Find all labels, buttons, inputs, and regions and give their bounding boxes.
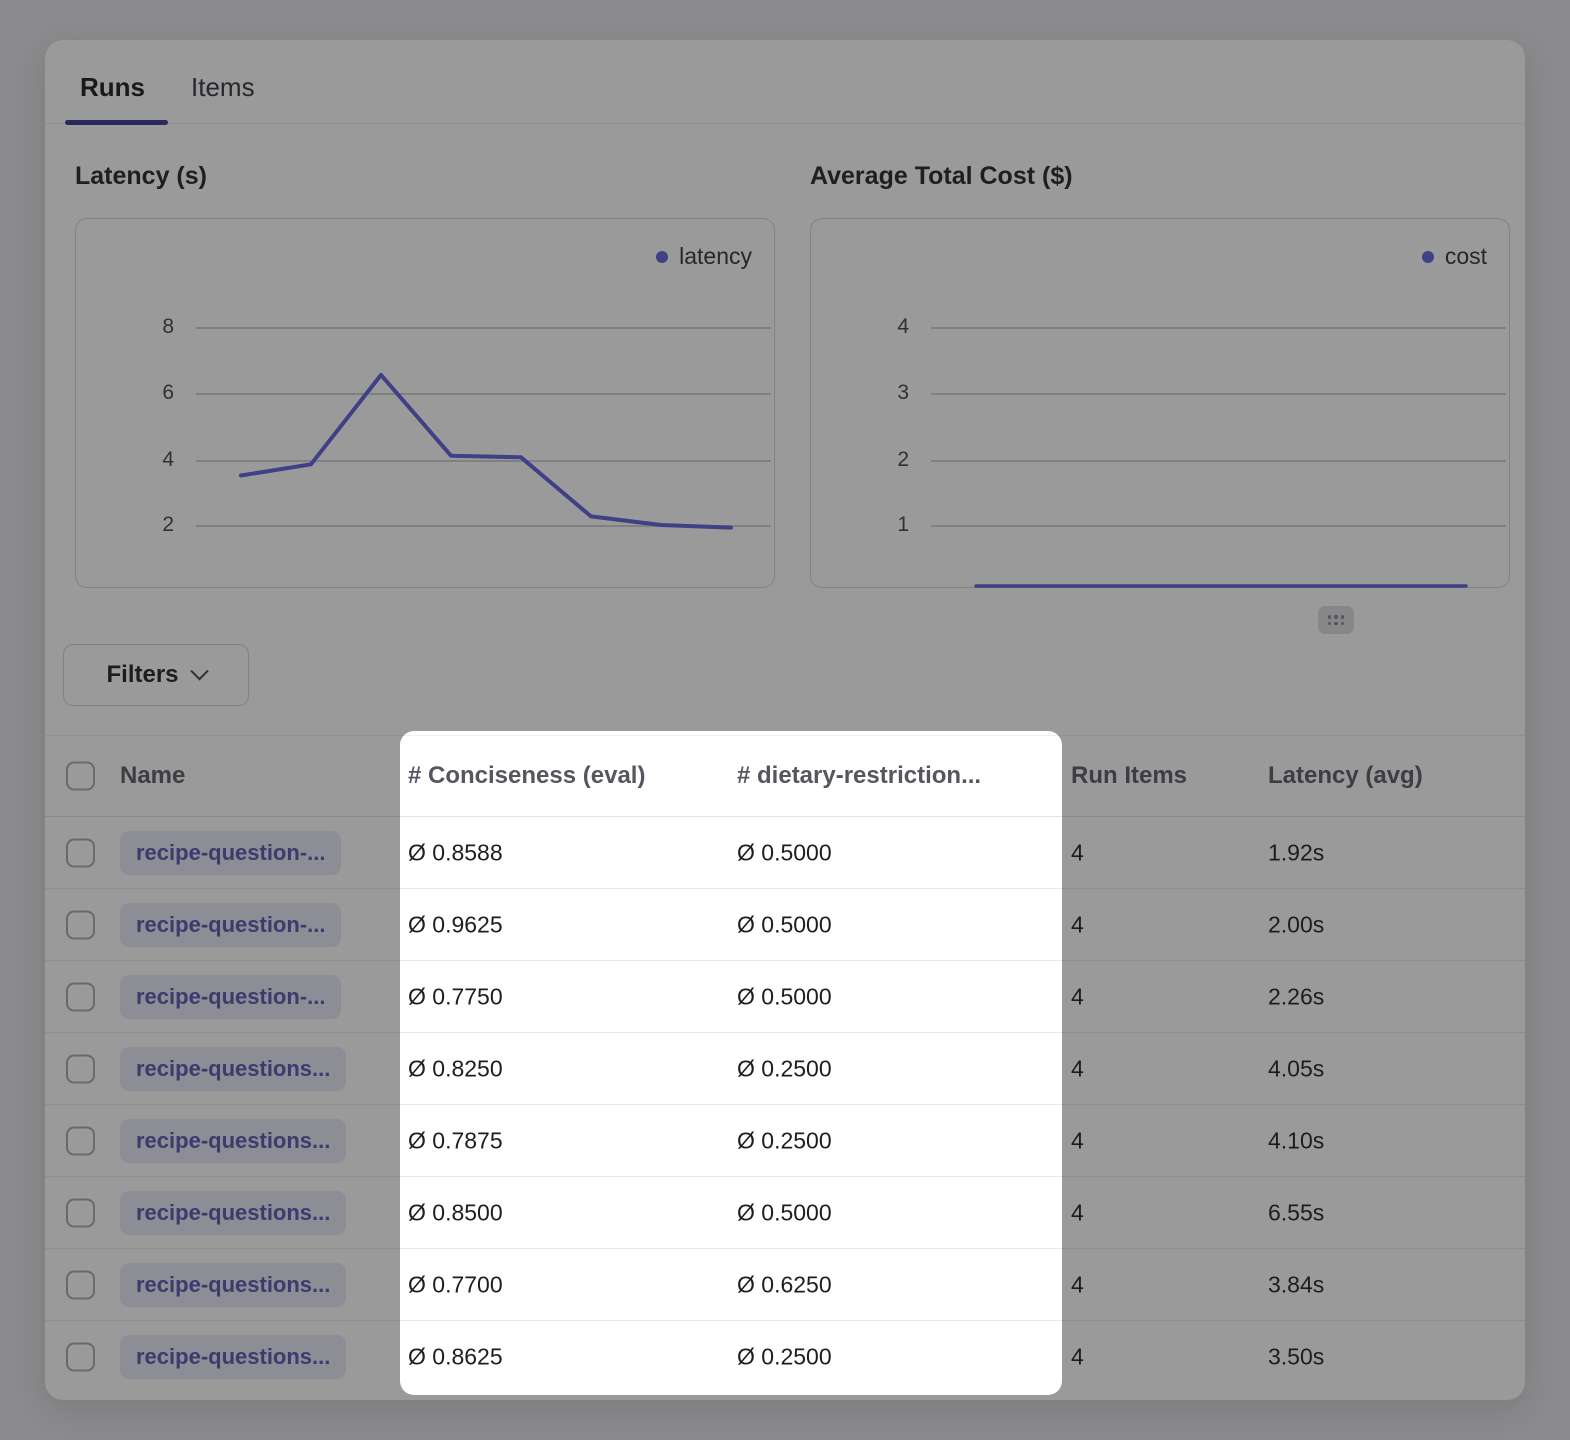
row-checkbox[interactable] [66,910,95,939]
table-row[interactable]: recipe-questions... Ø 0.7700 Ø 0.6250 4 … [45,1249,1525,1321]
header-latency: Latency (avg) [1268,762,1423,790]
conciseness-cell: Ø 0.8588 [408,839,503,866]
drag-dot-icon [1328,622,1332,626]
row-checkbox[interactable] [66,838,95,867]
table-row[interactable]: recipe-questions... Ø 0.7875 Ø 0.2500 4 … [45,1105,1525,1177]
active-tab-underline [65,120,168,125]
row-checkbox[interactable] [66,1054,95,1083]
conciseness-cell: Ø 0.8250 [408,1055,503,1082]
latency-cell: 4.10s [1268,1127,1324,1154]
tabbar-divider [45,123,1525,124]
filters-label: Filters [106,661,178,689]
latency-cell: 4.05s [1268,1055,1324,1082]
drag-dot-icon [1334,615,1338,619]
run-name-badge[interactable]: recipe-question-... [120,831,341,875]
run-name-badge[interactable]: recipe-questions... [120,1263,346,1307]
latency-cell: 6.55s [1268,1199,1324,1226]
run-name-badge[interactable]: recipe-questions... [120,1047,346,1091]
latency-chart: 8 6 4 2 latency [75,218,775,588]
drag-handle[interactable] [1318,606,1354,634]
filters-button[interactable]: Filters [63,644,249,706]
table-row[interactable]: recipe-questions... Ø 0.8500 Ø 0.5000 4 … [45,1177,1525,1249]
run-items-cell: 4 [1071,1271,1084,1298]
table-body: recipe-question-... Ø 0.8588 Ø 0.5000 4 … [45,817,1525,1393]
header-run-items: Run Items [1071,762,1187,790]
latency-cell: 3.84s [1268,1271,1324,1298]
conciseness-cell: Ø 0.8625 [408,1344,503,1371]
table-row[interactable]: recipe-question-... Ø 0.9625 Ø 0.5000 4 … [45,889,1525,961]
tab-runs[interactable]: Runs [80,72,145,103]
dietary-cell: Ø 0.5000 [737,1199,832,1226]
latency-chart-title: Latency (s) [75,162,207,191]
row-checkbox[interactable] [66,1343,95,1372]
row-checkbox[interactable] [66,1198,95,1227]
conciseness-cell: Ø 0.9625 [408,911,503,938]
dietary-cell: Ø 0.2500 [737,1344,832,1371]
drag-dot-icon [1341,615,1345,619]
latency-cell: 2.00s [1268,911,1324,938]
table-row[interactable]: recipe-questions... Ø 0.8625 Ø 0.2500 4 … [45,1321,1525,1393]
latency-cell: 2.26s [1268,983,1324,1010]
latency-cell: 3.50s [1268,1344,1324,1371]
run-name-badge[interactable]: recipe-questions... [120,1191,346,1235]
tab-items[interactable]: Items [191,72,255,103]
run-items-cell: 4 [1071,911,1084,938]
runs-panel: Runs Items Latency (s) Average Total Cos… [45,40,1525,1400]
run-name-badge[interactable]: recipe-question-... [120,903,341,947]
dietary-cell: Ø 0.5000 [737,911,832,938]
run-items-cell: 4 [1071,1199,1084,1226]
row-checkbox[interactable] [66,1270,95,1299]
latency-line-chart [76,219,776,589]
conciseness-cell: Ø 0.8500 [408,1199,503,1226]
dietary-cell: Ø 0.2500 [737,1055,832,1082]
drag-dot-icon [1341,622,1345,626]
dietary-cell: Ø 0.5000 [737,983,832,1010]
row-checkbox[interactable] [66,1126,95,1155]
chevron-down-icon [190,662,208,680]
table-header: Name # Conciseness (eval) # dietary-rest… [45,735,1525,817]
dietary-cell: Ø 0.6250 [737,1271,832,1298]
cost-chart: 4 3 2 1 cost [810,218,1510,588]
select-all-checkbox[interactable] [66,762,95,791]
conciseness-cell: Ø 0.7875 [408,1127,503,1154]
cost-chart-title: Average Total Cost ($) [810,162,1073,191]
drag-dot-icon [1334,622,1338,626]
header-conciseness: # Conciseness (eval) [408,762,645,790]
conciseness-cell: Ø 0.7700 [408,1271,503,1298]
run-items-cell: 4 [1071,1055,1084,1082]
cost-line-chart [811,219,1511,589]
dietary-cell: Ø 0.2500 [737,1127,832,1154]
tab-bar: Runs Items [80,72,255,103]
run-name-badge[interactable]: recipe-questions... [120,1335,346,1379]
run-items-cell: 4 [1071,839,1084,866]
run-items-cell: 4 [1071,983,1084,1010]
dietary-cell: Ø 0.5000 [737,839,832,866]
latency-cell: 1.92s [1268,839,1324,866]
run-name-badge[interactable]: recipe-questions... [120,1119,346,1163]
table-row[interactable]: recipe-question-... Ø 0.8588 Ø 0.5000 4 … [45,817,1525,889]
run-items-cell: 4 [1071,1127,1084,1154]
table-row[interactable]: recipe-questions... Ø 0.8250 Ø 0.2500 4 … [45,1033,1525,1105]
row-checkbox[interactable] [66,982,95,1011]
header-name: Name [120,762,185,790]
drag-dot-icon [1328,615,1332,619]
latency-line [241,375,731,528]
table-row[interactable]: recipe-question-... Ø 0.7750 Ø 0.5000 4 … [45,961,1525,1033]
run-name-badge[interactable]: recipe-question-... [120,975,341,1019]
run-items-cell: 4 [1071,1344,1084,1371]
header-dietary: # dietary-restriction... [737,762,981,790]
conciseness-cell: Ø 0.7750 [408,983,503,1010]
